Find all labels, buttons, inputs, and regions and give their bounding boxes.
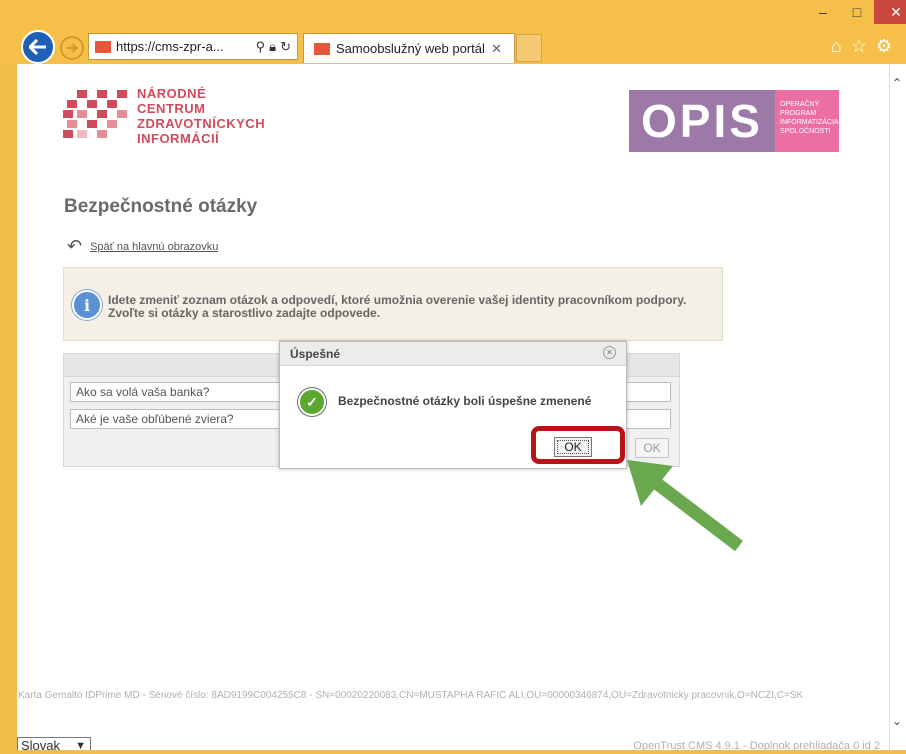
dialog-title: Úspešné (290, 347, 341, 361)
success-check-icon: ✓ (298, 388, 326, 416)
opis-mark: OPIS (629, 90, 775, 152)
back-link-label[interactable]: Späť na hlavnú obrazovku (90, 241, 218, 253)
chevron-down-icon: ▼ (75, 739, 86, 751)
language-value: Slovak (21, 738, 61, 750)
nczi-line-1: NÁRODNÉ (137, 86, 207, 101)
page-viewport: NÁRODNÉ CENTRUM ZDRAVOTNÍCKYCH INFORMÁCI… (17, 64, 889, 750)
info-box: i Idete zmeniť zoznam otázok a odpovedí,… (63, 267, 723, 341)
vertical-scrollbar[interactable]: ⌃ ⌄ (889, 64, 906, 750)
settings-gear-icon[interactable]: ⚙ (876, 36, 892, 57)
pointer-arrow-icon (627, 460, 743, 552)
new-tab-button[interactable] (516, 34, 542, 62)
browser-tools: ⌂ ☆ ⚙ (831, 36, 892, 57)
opis-small-text: OPERAČNÝ PROGRAM INFORMATIZÁCIA SPOLOČNO… (775, 90, 839, 152)
favorites-star-icon[interactable]: ☆ (851, 36, 867, 57)
info-icon: i (72, 290, 102, 320)
back-link[interactable]: ↶ Späť na hlavnú obrazovku (67, 236, 218, 257)
nczi-logo-icon (63, 90, 127, 138)
browser-tab[interactable]: Samoobslužný web portál ✕ (303, 33, 515, 63)
tab-favicon-icon (314, 42, 330, 55)
opis-small-line: SPOLOČNOSTI (780, 128, 831, 135)
site-favicon-icon (95, 40, 111, 53)
address-bar[interactable]: https://cms-zpr-a... ⚲ 🔒︎ ↻ (88, 33, 298, 60)
opis-small-line: OPERAČNÝ (780, 101, 820, 108)
tab-title: Samoobslužný web portál (336, 41, 485, 56)
lock-icon[interactable]: 🔒︎ (269, 39, 276, 55)
page-title: Bezpečnostné otázky (64, 196, 258, 217)
address-url[interactable]: https://cms-zpr-a... (116, 39, 256, 54)
card-info-text: Karta Gemalto IDPrime MD - Sériové číslo… (18, 690, 804, 701)
back-return-icon: ↶ (67, 236, 83, 256)
highlight-box (531, 426, 625, 464)
opis-small-line: PROGRAM (780, 110, 817, 117)
scroll-down-icon[interactable]: ⌄ (892, 714, 902, 728)
version-text: OpenTrust CMS 4.9.1 - Doplnok prehliadač… (633, 740, 880, 750)
search-icon[interactable]: ⚲ (256, 39, 266, 55)
address-tools: ⚲ 🔒︎ ↻ (256, 39, 297, 55)
window-controls: – □ ✕ (806, 0, 906, 26)
tab-close-icon[interactable]: ✕ (491, 41, 502, 57)
back-button[interactable] (21, 30, 55, 64)
nczi-line-4: INFORMÁCIÍ (137, 131, 220, 146)
forward-button[interactable] (60, 36, 84, 60)
close-button[interactable]: ✕ (874, 0, 906, 24)
forward-arrow-icon (67, 43, 78, 53)
nczi-line-3: ZDRAVOTNÍCKYCH (137, 116, 266, 131)
refresh-icon[interactable]: ↻ (280, 39, 291, 55)
back-arrow-icon (29, 39, 46, 55)
dialog-close-icon[interactable]: ✕ (603, 346, 616, 359)
language-select[interactable]: Slovak ▼ (17, 737, 91, 750)
dialog-header: Úspešné ✕ (280, 342, 626, 366)
dialog-message: Bezpečnostné otázky boli úspešne zmenené (338, 394, 592, 408)
scroll-up-icon[interactable]: ⌃ (892, 76, 902, 90)
opis-small-line: INFORMATIZÁCIA (780, 119, 839, 126)
maximize-button[interactable]: □ (840, 0, 874, 24)
opis-logo: OPIS OPERAČNÝ PROGRAM INFORMATIZÁCIA SPO… (629, 90, 839, 152)
info-text: Idete zmeniť zoznam otázok a odpovedí, k… (108, 293, 687, 320)
minimize-button[interactable]: – (806, 0, 840, 24)
home-icon[interactable]: ⌂ (831, 36, 842, 57)
nczi-logo-text: NÁRODNÉ CENTRUM ZDRAVOTNÍCKYCH INFORMÁCI… (137, 86, 265, 146)
nczi-line-2: CENTRUM (137, 101, 206, 116)
